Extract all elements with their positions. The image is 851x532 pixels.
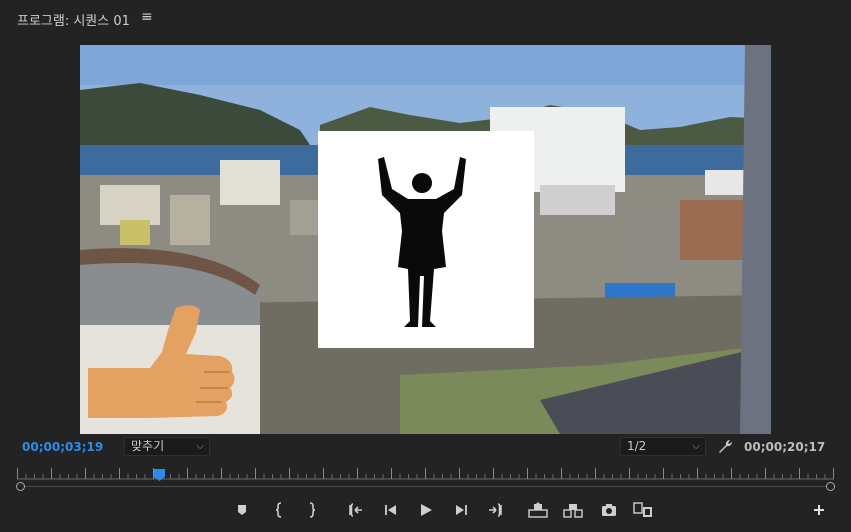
silhouette-overlay: [318, 131, 534, 348]
panel-header: 프로그램: 시퀀스 01 ≡: [0, 0, 851, 36]
settings-wrench-icon[interactable]: [716, 437, 734, 455]
play-icon[interactable]: [416, 500, 436, 520]
time-ruler[interactable]: [17, 462, 834, 480]
panel-title[interactable]: 프로그램: 시퀀스 01: [17, 10, 130, 29]
chevron-down-icon: ⌵: [692, 441, 700, 452]
zoom-level-label: 맞추기: [131, 439, 165, 453]
thumbs-up-icon: [88, 300, 238, 420]
playhead-marker[interactable]: [154, 466, 166, 481]
transport-controls: [0, 500, 851, 524]
mark-out-icon[interactable]: [302, 500, 322, 520]
chevron-down-icon: ⌵: [196, 441, 204, 452]
comparison-view-icon[interactable]: [633, 500, 653, 520]
add-button-icon[interactable]: [811, 502, 827, 518]
zoom-level-select[interactable]: 맞추기 ⌵: [124, 437, 210, 456]
go-to-in-icon[interactable]: [346, 500, 366, 520]
duration-timecode: 00;00;20;17: [744, 440, 826, 454]
playback-resolution-select[interactable]: 1/2 ⌵: [620, 437, 706, 456]
step-back-icon[interactable]: [381, 500, 401, 520]
scrollbar-start-handle[interactable]: [16, 482, 25, 491]
mark-in-icon[interactable]: [269, 500, 289, 520]
add-marker-icon[interactable]: [232, 500, 252, 520]
export-frame-icon[interactable]: [599, 500, 619, 520]
zoom-scrollbar[interactable]: [21, 486, 831, 487]
extract-icon[interactable]: [563, 500, 583, 520]
step-forward-icon[interactable]: [451, 500, 471, 520]
person-silhouette-icon: [378, 157, 466, 327]
current-timecode[interactable]: 00;00;03;19: [22, 440, 103, 454]
resolution-label: 1/2: [627, 439, 647, 453]
hamburger-menu-icon[interactable]: ≡: [141, 9, 153, 25]
lift-icon[interactable]: [528, 500, 548, 520]
scrollbar-end-handle[interactable]: [826, 482, 835, 491]
go-to-out-icon[interactable]: [485, 500, 505, 520]
